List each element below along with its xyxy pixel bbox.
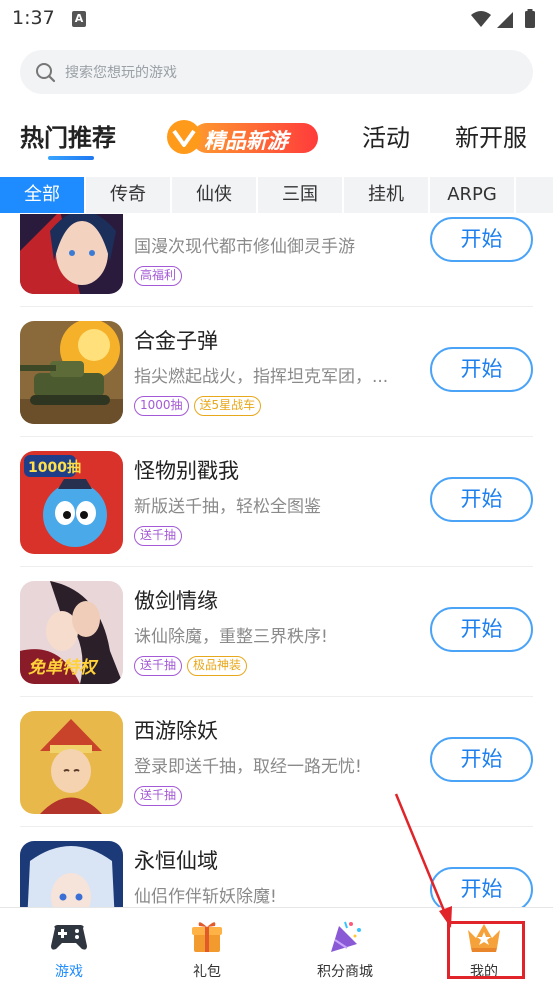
list-item[interactable]: 国漫次现代都市修仙御灵手游 高福利 开始 [0,214,553,307]
game-desc: 指尖燃起战火，指挥坦克军团，... [134,367,389,387]
game-desc: 国漫次现代都市修仙御灵手游 [134,237,355,257]
category-tabs: 全部 传奇 仙侠 三国 挂机 ARPG [0,177,553,213]
list-item[interactable]: 合金子弹 指尖燃起战火，指挥坦克军团，... 1000抽 送5星战车 开始 [0,307,553,437]
start-button[interactable]: 开始 [430,737,533,782]
game-tag: 极品神装 [187,656,248,676]
game-tag: 送千抽 [134,786,183,806]
annotation-highlight-box [447,921,525,979]
nav-label: 礼包 [193,964,221,980]
status-bar: 1:37 A [0,0,553,38]
list-item[interactable]: 西游除妖 登录即送千抽，取经一路无忧! 送千抽 开始 [0,697,553,827]
party-popper-icon [331,921,361,952]
gift-icon [192,922,222,952]
start-button[interactable]: 开始 [430,477,533,522]
tab-new-servers[interactable]: 新开服 [455,118,527,153]
tab-activity[interactable]: 活动 [362,118,410,153]
gamepad-icon [51,925,87,950]
game-icon: 1000抽 [20,451,123,554]
game-tag: 送5星战车 [193,396,262,416]
category-idle[interactable]: 挂机 [344,177,428,213]
signal-battery-icon [471,9,535,28]
game-tags: 1000抽 送5星战车 [134,396,266,416]
game-desc: 仙侣作伴斩妖除魔! [134,887,277,907]
game-desc: 诛仙除魔，重整三界秩序! [134,627,328,647]
tab-hot[interactable]: 热门推荐 [20,118,116,153]
game-list: 国漫次现代都市修仙御灵手游 高福利 开始 合金子弹 指尖燃起战火，指挥坦克军团，… [0,214,553,907]
search-icon [36,63,56,83]
game-icon [20,214,123,294]
game-tag: 送千抽 [134,656,183,676]
main-tabs: 热门推荐 精品新游 活动 新开服 [0,108,553,164]
notification-icon: A [72,11,86,27]
list-item[interactable]: 永恒仙域 仙侣作伴斩妖除魔! 开始 [0,827,553,907]
search-placeholder: 搜索您想玩的游戏 [65,65,177,81]
game-tags: 高福利 [134,266,187,286]
game-name: 西游除妖 [134,719,218,743]
category-all[interactable]: 全部 [0,177,84,213]
svg-text:1000抽: 1000抽 [28,459,81,476]
game-icon [20,321,123,424]
featured-tab-label: 精品新游 [204,129,288,153]
tab-featured-new-games[interactable]: 精品新游 [164,116,320,158]
category-xianxia[interactable]: 仙侠 [172,177,256,213]
game-tag: 1000抽 [134,396,189,416]
status-time: 1:37 [12,7,55,29]
nav-label: 积分商城 [317,964,373,980]
list-item[interactable]: 1000抽 怪物别戳我 新版送千抽，轻松全图鉴 送千抽 开始 [0,437,553,567]
game-icon: 免单特权 [20,581,123,684]
game-icon [20,841,123,907]
start-button[interactable]: 开始 [430,347,533,392]
game-name: 傲剑情缘 [134,589,218,613]
start-button[interactable]: 开始 [430,867,533,907]
nav-label: 游戏 [55,964,83,980]
category-arpg[interactable]: ARPG [430,177,514,213]
category-three-kingdoms[interactable]: 三国 [258,177,342,213]
game-tag: 高福利 [134,266,183,286]
list-item[interactable]: 免单特权 傲剑情缘 诛仙除魔，重整三界秩序! 送千抽 极品神装 开始 [0,567,553,697]
game-tags: 送千抽 [134,786,187,806]
start-button[interactable]: 开始 [430,217,533,262]
game-tags: 送千抽 [134,526,187,546]
game-desc: 登录即送千抽，取经一路无忧! [134,757,362,777]
game-tag: 送千抽 [134,526,183,546]
nav-gifts[interactable]: 礼包 [138,908,276,983]
game-tags: 送千抽 极品神装 [134,656,252,676]
search-input[interactable]: 搜索您想玩的游戏 [20,50,533,94]
category-legend[interactable]: 传奇 [86,177,170,213]
game-icon [20,711,123,814]
active-tab-indicator [48,156,94,160]
game-name: 合金子弹 [134,329,218,353]
svg-text:免单特权: 免单特权 [28,658,99,678]
nav-points-mall[interactable]: 积分商城 [276,908,414,983]
game-name: 怪物别戳我 [134,459,239,483]
category-more[interactable] [516,177,553,213]
nav-games[interactable]: 游戏 [0,908,138,983]
game-name: 永恒仙域 [134,849,218,873]
game-desc: 新版送千抽，轻松全图鉴 [134,497,321,517]
start-button[interactable]: 开始 [430,607,533,652]
